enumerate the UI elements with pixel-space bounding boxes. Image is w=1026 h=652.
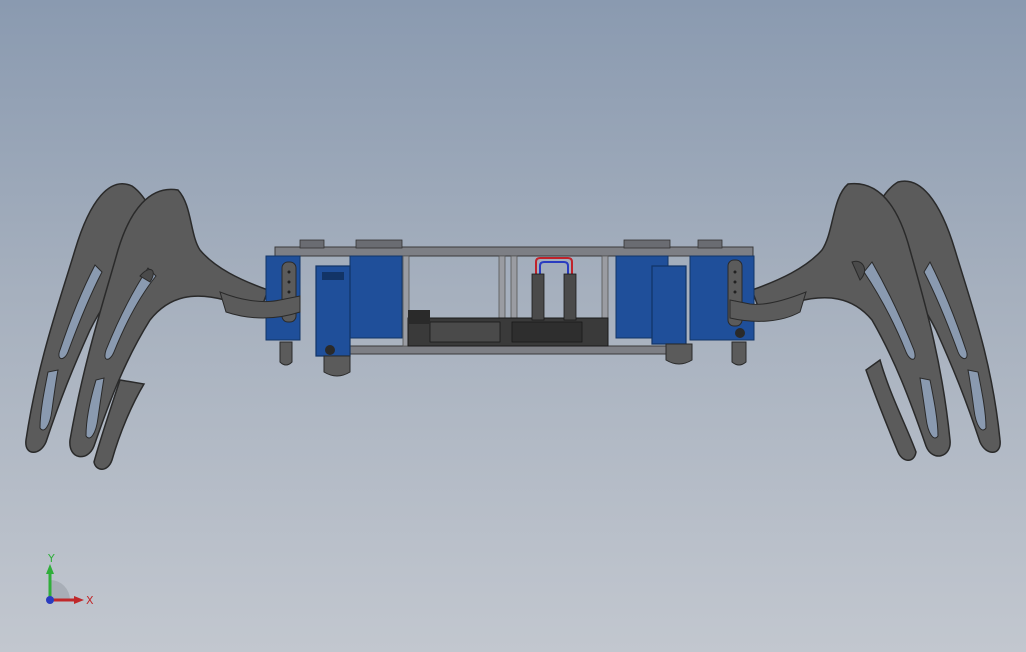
model-viewport[interactable] [0,0,1026,652]
z-axis-dot [46,596,54,604]
y-axis-label: Y [47,552,55,565]
top-plate [274,246,754,257]
x-axis-label: X [86,594,94,607]
coordinate-triad: Y X [36,550,106,610]
bottom-plate [344,345,682,355]
control-board [407,310,609,347]
sensor-module [531,257,577,321]
